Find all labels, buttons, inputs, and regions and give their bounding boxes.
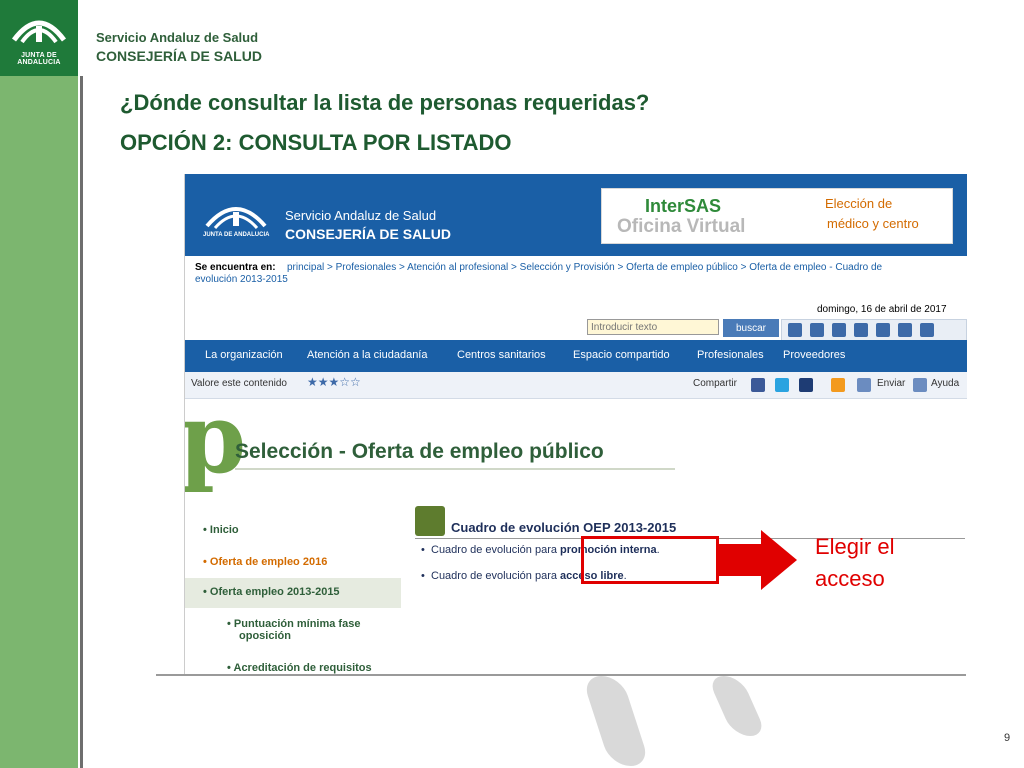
section-logo-letter: p: [184, 382, 247, 495]
accessibility-icon[interactable]: [898, 323, 912, 337]
delicious-icon[interactable]: [799, 378, 813, 392]
site-brand-line-1: Servicio Andaluz de Salud: [285, 208, 437, 223]
bullet: •: [421, 570, 425, 582]
eleccion-line-2: médico y centro: [827, 216, 919, 231]
left-nav-puntuacion-label-1: Puntuación mínima fase: [233, 618, 361, 630]
annotation-line-2: acceso: [815, 566, 885, 591]
nav-centros-sanitarios[interactable]: Centros sanitarios: [457, 349, 546, 361]
table-icon: [415, 506, 445, 536]
item-prefix: Cuadro de evolución para: [431, 570, 561, 582]
nav-atencion-ciudadania[interactable]: Atención a la ciudadanía: [307, 349, 427, 361]
section-rule: [235, 468, 675, 470]
left-nav-acreditacion-label: Acreditación de requisitos: [233, 662, 372, 674]
breadcrumb[interactable]: principal > Profesionales > Atención al …: [287, 262, 882, 273]
nav-espacio-compartido[interactable]: Espacio compartido: [573, 349, 670, 361]
rating-stars[interactable]: ★★★☆☆: [307, 375, 361, 389]
intersas-title: InterSAS: [645, 196, 722, 216]
date-text: domingo, 16 de abril de 2017: [817, 304, 947, 315]
slide-subtitle: OPCIÓN 2: CONSULTA POR LISTADO: [120, 130, 512, 155]
brand-line-1: Servicio Andaluz de Salud: [96, 30, 259, 45]
site-brand-line-2: CONSEJERÍA DE SALUD: [285, 226, 451, 242]
left-nav-oferta-2013-label: Oferta empleo 2013-2015: [209, 586, 340, 598]
junta-arch-icon: [11, 20, 67, 44]
breadcrumb-current[interactable]: evolución 2013-2015: [195, 274, 288, 285]
nav-profesionales[interactable]: Profesionales: [697, 349, 764, 361]
nav-la-organizacion[interactable]: La organización: [205, 349, 283, 361]
search-input[interactable]: [587, 319, 719, 335]
rss-icon[interactable]: [831, 378, 845, 392]
left-nav-puntuacion-line2[interactable]: oposición: [239, 630, 291, 642]
bookmark-icon[interactable]: [854, 323, 868, 337]
home-icon[interactable]: [788, 323, 802, 337]
mail-icon[interactable]: [876, 323, 890, 337]
nav-proveedores[interactable]: Proveedores: [783, 349, 845, 361]
highlight-box: [581, 536, 719, 584]
decorative-swoosh: [706, 676, 768, 736]
send-icon[interactable]: [857, 378, 871, 392]
logo-caption: JUNTA DE ANDALUCIA: [17, 52, 61, 66]
annotation-line-1: Elegir el: [815, 534, 895, 559]
left-nav-oferta-2016-label: Oferta de empleo 2016: [209, 556, 328, 568]
send-link[interactable]: Enviar: [877, 378, 905, 389]
share-label: Compartir: [693, 378, 737, 389]
help-icon[interactable]: [913, 378, 927, 392]
left-nav-oferta-2013[interactable]: • Oferta empleo 2013-2015: [203, 586, 340, 598]
add-page-icon[interactable]: [810, 323, 824, 337]
brand-line-2: CONSEJERÍA DE SALUD: [96, 48, 262, 64]
slide-title: ¿Dónde consultar la lista de personas re…: [120, 90, 650, 115]
facebook-icon[interactable]: [751, 378, 765, 392]
site-header: JUNTA DE ANDALUCIA Servicio Andaluz de S…: [185, 174, 967, 256]
page-icon[interactable]: [832, 323, 846, 337]
arrow-right-icon: [719, 544, 763, 576]
oficina-virtual-title: Oficina Virtual: [617, 216, 746, 237]
site-arch-icon: [205, 207, 267, 230]
left-nav-acreditacion[interactable]: • Acreditación de requisitos: [227, 662, 372, 674]
page-number: 9: [1004, 732, 1011, 744]
screenshot-bottom-rule: [156, 674, 966, 676]
left-nav-inicio[interactable]: • Inicio: [203, 524, 239, 536]
bullet: •: [421, 544, 425, 556]
slide-side-bar: [0, 0, 78, 768]
help-link[interactable]: Ayuda: [931, 378, 959, 389]
eleccion-line-1: Elección de: [825, 196, 893, 211]
decorative-swoosh: [581, 676, 651, 766]
arrow-head-icon: [761, 530, 797, 590]
junta-logo: JUNTA DE ANDALUCIA: [0, 0, 78, 76]
twitter-icon[interactable]: [775, 378, 789, 392]
utility-bar: [185, 372, 967, 399]
left-nav-inicio-label: Inicio: [209, 524, 239, 536]
slide-side-line: [80, 76, 83, 768]
print-icon[interactable]: [920, 323, 934, 337]
main-nav: La organización Atención a la ciudadanía…: [185, 340, 967, 372]
item-prefix: Cuadro de evolución para: [431, 544, 561, 556]
content-title: Cuadro de evolución OEP 2013-2015: [451, 520, 677, 535]
site-logo-caption: JUNTA DE ANDALUCIA: [203, 232, 270, 238]
left-nav-oferta-2016[interactable]: • Oferta de empleo 2016: [203, 556, 327, 568]
left-nav-puntuacion[interactable]: • Puntuación mínima fase: [227, 618, 360, 630]
breadcrumb-label: Se encuentra en:: [195, 262, 276, 273]
section-title: Selección - Oferta de empleo público: [235, 440, 604, 463]
website-screenshot: JUNTA DE ANDALUCIA Servicio Andaluz de S…: [184, 174, 967, 676]
search-button[interactable]: buscar: [723, 319, 779, 337]
